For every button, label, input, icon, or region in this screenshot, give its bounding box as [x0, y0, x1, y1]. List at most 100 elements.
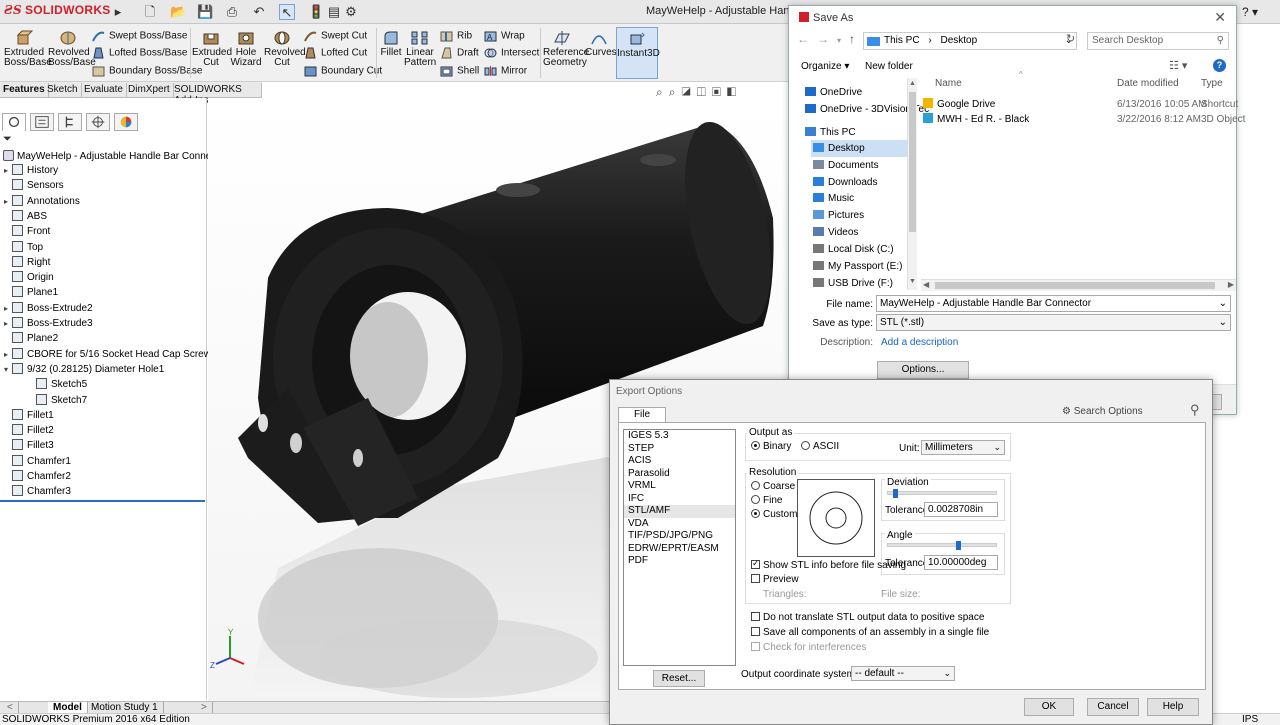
expand-arrow-icon[interactable]: ▸ — [4, 348, 12, 362]
tree-item[interactable]: Fillet3 — [4, 439, 54, 453]
ascii-radio[interactable]: ASCII — [801, 441, 839, 452]
hole-wizard-button[interactable]: Hole Wizard — [230, 30, 262, 68]
dimxpert-manager-tab[interactable] — [86, 113, 110, 131]
file-name-field[interactable]: MayWeHelp - Adjustable Handle Bar Connec… — [876, 295, 1231, 312]
help-button[interactable]: Help — [1147, 698, 1199, 716]
chevron-down-icon[interactable]: ⌄ — [1219, 315, 1227, 330]
tree-item[interactable]: Right — [4, 255, 50, 270]
search-options-input[interactable]: ⚙ Search Options ⚲ — [1062, 402, 1200, 419]
nav-item[interactable]: This PC — [803, 124, 907, 141]
wrap-button[interactable]: A Wrap — [484, 30, 525, 42]
nav-item[interactable]: OneDrive — [803, 84, 907, 101]
format-item[interactable]: IGES 5.3 — [624, 430, 735, 443]
format-item[interactable]: VRML — [624, 480, 735, 493]
save-all-components-checkbox[interactable]: Save all components of an assembly in a … — [751, 627, 989, 638]
mirror-button[interactable]: Mirror — [484, 65, 527, 77]
scroll-up-icon[interactable]: ▲ — [909, 80, 916, 87]
tree-item[interactable]: Front — [4, 225, 50, 239]
property-manager-tab[interactable] — [30, 113, 54, 131]
nav-item[interactable]: Desktop — [811, 140, 907, 157]
add-description-link[interactable]: Add a description — [881, 337, 958, 348]
swept-boss-button[interactable]: Swept Boss/Base — [92, 30, 187, 42]
angle-tolerance-input[interactable]: 10.00000deg — [924, 555, 998, 570]
forward-arrow-icon[interactable]: → — [817, 32, 837, 46]
nav-item[interactable]: Local Disk (C:) — [811, 241, 907, 258]
options-button[interactable]: Options... — [877, 361, 969, 379]
save-icon[interactable]: 💾 — [197, 4, 213, 20]
filter-icon[interactable]: ⏷ — [3, 133, 12, 146]
tree-item[interactable]: Fillet1 — [4, 408, 54, 423]
coarse-radio[interactable]: Coarse — [751, 481, 795, 492]
new-document-icon[interactable]: 🗋 — [142, 4, 158, 20]
draft-button[interactable]: Draft — [440, 47, 479, 59]
coordinate-system-select[interactable]: -- default -- ⌄ — [851, 666, 955, 681]
tab-evaluate[interactable]: Evaluate — [81, 83, 127, 97]
print-icon[interactable]: ⎙ — [224, 4, 240, 20]
intersect-button[interactable]: Intersect — [484, 47, 539, 59]
tab-file-format[interactable]: File Format — [618, 407, 666, 434]
tree-item[interactable]: Sensors — [4, 179, 64, 193]
section-view-icon[interactable]: ◫ — [697, 85, 712, 99]
expand-arrow-icon[interactable]: ▸ — [4, 195, 12, 209]
deviation-slider[interactable] — [887, 491, 997, 495]
previous-view-icon[interactable]: ◪ — [681, 85, 696, 99]
tab-sketch[interactable]: Sketch — [44, 83, 82, 97]
tree-item[interactable]: ▾ 9/32 (0.28125) Diameter Hole1 — [4, 362, 164, 377]
tree-root-part[interactable]: MayWeHelp - Adjustable Handle Bar Connec… — [3, 150, 241, 162]
fine-radio[interactable]: Fine — [751, 495, 782, 506]
nav-scrollbar[interactable]: ▲ ▼ — [907, 78, 917, 290]
nav-item[interactable]: USB Drive (F:) — [811, 275, 907, 292]
show-stl-info-checkbox[interactable]: Show STL info before file saving — [751, 558, 906, 571]
solidworks-logo[interactable]: ƧS SOLIDWORKS — [4, 3, 110, 21]
tree-item[interactable]: Chamfer2 — [4, 470, 71, 484]
tab-features[interactable]: Features — [0, 83, 49, 97]
tree-item[interactable]: Fillet2 — [4, 424, 54, 438]
open-folder-icon[interactable]: 📂 — [170, 4, 186, 20]
linear-pattern-button[interactable]: Linear Pattern — [404, 30, 436, 68]
reset-button[interactable]: Reset... — [653, 670, 705, 687]
tree-item[interactable]: ABS — [4, 209, 47, 224]
display-manager-tab[interactable] — [114, 113, 138, 131]
revolved-cut-button[interactable]: Revolved Cut — [264, 30, 306, 68]
close-icon[interactable]: ✕ — [1214, 9, 1226, 26]
tree-item[interactable]: Sketch7 — [28, 393, 87, 408]
nav-item[interactable]: Music — [811, 190, 907, 207]
up-arrow-icon[interactable]: ↑ — [849, 32, 863, 46]
tree-item[interactable]: Sketch5 — [28, 378, 87, 392]
expand-arrow-icon[interactable]: ▸ — [4, 164, 12, 178]
new-folder-button[interactable]: New folder — [865, 61, 913, 72]
format-item[interactable]: STL/AMF — [624, 505, 735, 518]
tab-dimxpert[interactable]: DimXpert — [125, 83, 174, 97]
instant3d-button[interactable]: Instant3D — [616, 27, 660, 79]
tree-item[interactable]: ▸ Annotations — [4, 194, 80, 209]
tree-item[interactable]: Plane1 — [4, 286, 58, 300]
nav-item[interactable]: OneDrive - 3DVision Tec — [803, 101, 929, 118]
custom-radio[interactable]: Custom — [751, 509, 797, 520]
lofted-cut-button[interactable]: Lofted Cut — [304, 47, 367, 59]
binary-radio[interactable]: Binary — [751, 441, 791, 452]
expand-arrow-icon[interactable]: ▸ — [4, 317, 12, 331]
tab-addins[interactable]: SOLIDWORKS Add-Ins — [171, 83, 262, 106]
fillet-button[interactable]: Fillet — [380, 30, 402, 58]
format-item[interactable]: TIF/PSD/JPG/PNG — [624, 530, 735, 543]
scroll-down-icon[interactable]: ▼ — [909, 278, 916, 285]
tree-item[interactable]: ▸ Boss-Extrude3 — [4, 317, 93, 331]
search-icon[interactable]: ⚲ — [1190, 402, 1200, 417]
nav-item[interactable]: Documents — [811, 157, 907, 174]
scroll-right-icon[interactable]: ▶ — [1228, 280, 1234, 289]
breadcrumb-this-pc[interactable]: This PC — [884, 35, 920, 46]
unit-select[interactable]: Millimeters ⌄ — [921, 440, 1005, 455]
tree-item[interactable]: ▸ CBORE for 5/16 Socket Head Cap Screw1 — [4, 347, 217, 362]
format-list[interactable]: IGES 5.3 STEP ACIS Parasolid VRML IFC STL/AMF V… — [623, 429, 736, 666]
file-row[interactable]: Google Drive 6/13/2016 10:05 AM Shortcut — [921, 98, 1238, 112]
revolved-boss-button[interactable]: Revolved Boss/Base — [48, 30, 96, 68]
boundary-cut-button[interactable]: Boundary Cut — [304, 65, 382, 77]
no-translate-checkbox[interactable]: Do not translate STL output data to posi… — [751, 612, 984, 623]
format-item[interactable]: VDA — [624, 518, 735, 531]
tree-item[interactable]: ▸ History — [4, 164, 58, 178]
shell-button[interactable]: Shell — [440, 65, 479, 77]
undo-icon[interactable]: ↶ — [251, 4, 267, 20]
view-orientation-icon[interactable]: ▣ — [712, 85, 727, 99]
search-input[interactable]: Search Desktop ⚲ — [1087, 32, 1229, 50]
breadcrumb-desktop[interactable]: Desktop — [940, 35, 977, 46]
